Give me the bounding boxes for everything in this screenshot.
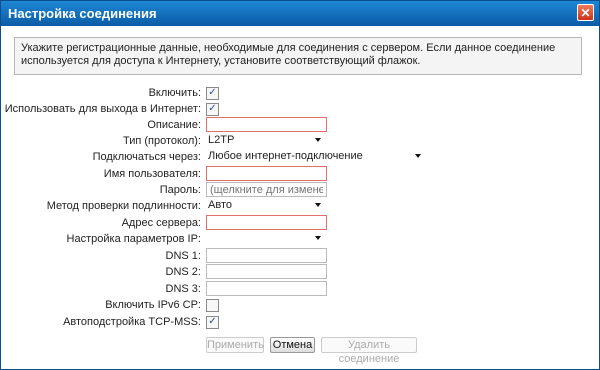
chevron-down-icon xyxy=(315,203,321,207)
dns3-input[interactable] xyxy=(206,281,327,296)
auth-method-label: Метод проверки подлинности: xyxy=(46,200,201,212)
row-enable: Включить: ✓ xyxy=(1,85,599,101)
ipv6cp-checkbox[interactable] xyxy=(206,299,219,312)
info-box: Укажите регистрационные данные, необходи… xyxy=(14,37,582,75)
connect-via-select[interactable]: Любое интернет-подключение xyxy=(206,149,424,164)
row-dns2: DNS 2: xyxy=(1,264,599,280)
check-icon: ✓ xyxy=(208,316,217,327)
password-input[interactable] xyxy=(206,182,327,197)
check-icon: ✓ xyxy=(208,103,217,114)
row-description: Описание: xyxy=(1,117,599,133)
close-button[interactable]: ✕ xyxy=(577,4,594,21)
protocol-label: Тип (протокол): xyxy=(123,135,201,147)
row-auth-method: Метод проверки подлинности: Авто xyxy=(1,198,599,214)
button-bar: Применить Отмена Удалить соединение xyxy=(1,337,599,365)
connect-via-value: Любое интернет-подключение xyxy=(208,150,363,162)
ipv6cp-label: Включить IPv6 CP: xyxy=(105,299,201,311)
chevron-down-icon xyxy=(315,138,321,142)
tcp-mss-label: Автоподстройка TCP-MSS: xyxy=(63,316,201,328)
row-internet: Использовать для выхода в Интернет: ✓ xyxy=(1,101,599,117)
protocol-select[interactable]: L2TP xyxy=(206,133,324,148)
chevron-down-icon xyxy=(415,154,421,158)
description-label: Описание: xyxy=(147,119,201,131)
row-connect-via: Подключаться через: Любое интернет-подкл… xyxy=(1,149,599,165)
dns1-input[interactable] xyxy=(206,248,327,263)
enable-checkbox[interactable]: ✓ xyxy=(206,87,219,100)
apply-button[interactable]: Применить xyxy=(206,337,264,353)
description-input[interactable] xyxy=(206,117,327,132)
server-input[interactable] xyxy=(206,215,327,230)
protocol-value: L2TP xyxy=(208,134,235,146)
username-label: Имя пользователя: xyxy=(103,168,201,180)
row-server: Адрес сервера: xyxy=(1,215,599,231)
row-dns1: DNS 1: xyxy=(1,248,599,264)
internet-label: Использовать для выхода в Интернет: xyxy=(4,103,201,115)
server-label: Адрес сервера: xyxy=(121,217,201,229)
row-protocol: Тип (протокол): L2TP xyxy=(1,133,599,149)
dns3-label: DNS 3: xyxy=(165,283,201,295)
check-icon: ✓ xyxy=(208,87,217,98)
connection-settings-dialog: Настройка соединения ✕ Укажите регистрац… xyxy=(0,0,600,370)
username-input[interactable] xyxy=(206,166,327,181)
row-dns3: DNS 3: xyxy=(1,281,599,297)
ip-settings-select[interactable] xyxy=(206,231,324,246)
auth-method-select[interactable]: Авто xyxy=(206,198,324,213)
internet-checkbox[interactable]: ✓ xyxy=(206,103,219,116)
tcp-mss-checkbox[interactable]: ✓ xyxy=(206,316,219,329)
dns2-input[interactable] xyxy=(206,264,327,279)
row-ip-settings: Настройка параметров IP: xyxy=(1,231,599,247)
delete-connection-button[interactable]: Удалить соединение xyxy=(321,337,417,365)
title-bar: Настройка соединения ✕ xyxy=(1,1,599,26)
ip-settings-label: Настройка параметров IP: xyxy=(66,233,201,245)
row-username: Имя пользователя: xyxy=(1,166,599,182)
row-password: Пароль: xyxy=(1,182,599,198)
chevron-down-icon xyxy=(315,236,321,240)
dns1-label: DNS 1: xyxy=(165,250,201,262)
dns2-label: DNS 2: xyxy=(165,266,201,278)
cancel-button[interactable]: Отмена xyxy=(270,337,315,353)
row-ipv6cp: Включить IPv6 CP: xyxy=(1,297,599,313)
close-icon: ✕ xyxy=(580,6,591,20)
auth-method-value: Авто xyxy=(208,199,232,211)
window-title: Настройка соединения xyxy=(8,6,157,21)
password-label: Пароль: xyxy=(159,184,201,196)
enable-label: Включить: xyxy=(148,87,201,99)
row-tcp-mss: Автоподстройка TCP-MSS: ✓ xyxy=(1,314,599,330)
connect-via-label: Подключаться через: xyxy=(92,151,201,163)
